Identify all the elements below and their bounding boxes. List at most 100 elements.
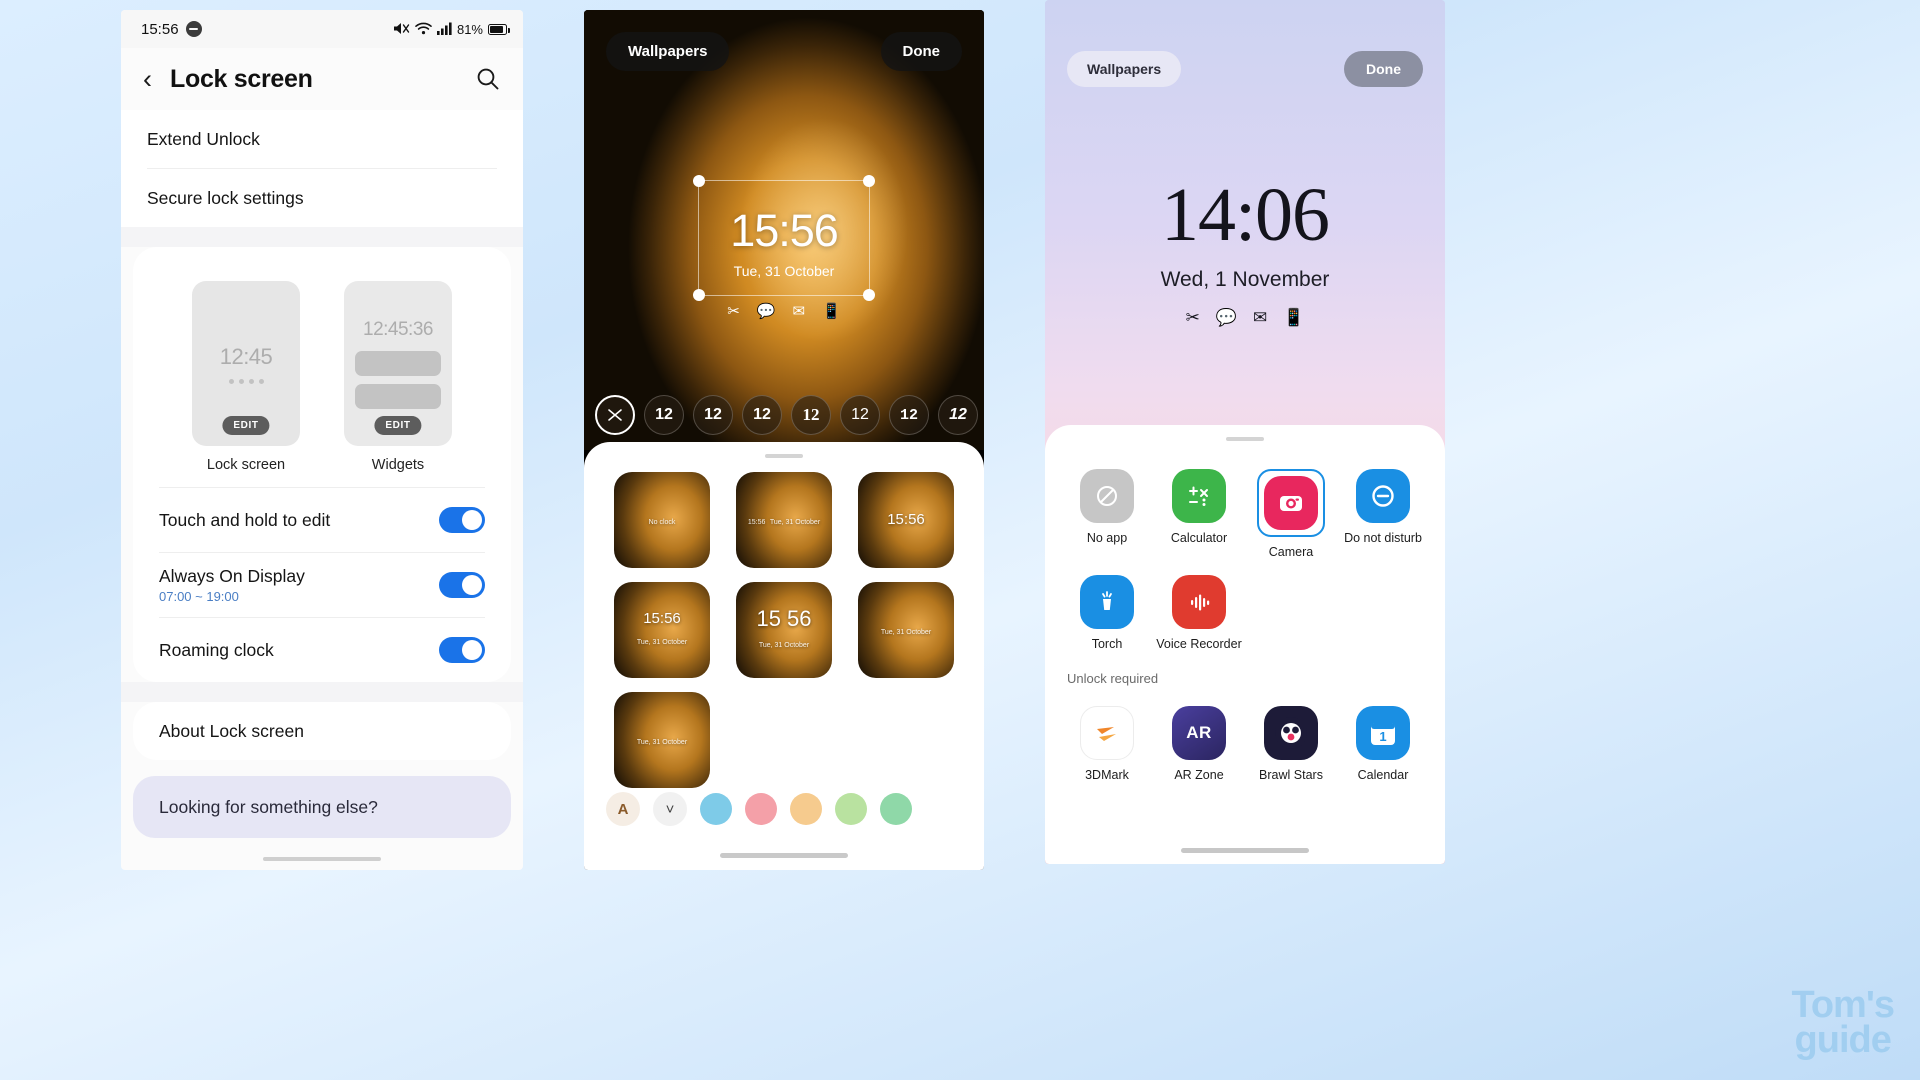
wallpaper-thumb-2[interactable]: 15:56 Tue, 31 October [736, 472, 832, 568]
clock-style-no-clock[interactable] [595, 395, 635, 435]
resize-handle-bottom-left[interactable] [693, 289, 705, 301]
preview-box-widgets[interactable]: 12:45:36 EDIT [344, 281, 452, 446]
color-swatch-4[interactable] [835, 793, 867, 825]
auto-color-button[interactable]: A [606, 792, 640, 826]
mute-icon [393, 21, 410, 38]
phone-2-wallpaper-editor: Wallpapers Done 15:56 Tue, 31 October ✂ … [584, 10, 984, 870]
preview-lock-screen[interactable]: 12:45 EDIT Lock screen [192, 281, 300, 473]
watermark-line-2: guide [1794, 1019, 1892, 1062]
wallpaper-thumb-7[interactable]: Tue, 31 October [614, 692, 710, 788]
toggle-switch-always-on-display[interactable] [439, 572, 485, 598]
color-swatch-2[interactable] [745, 793, 777, 825]
app-item-do-not-disturb[interactable]: Do not disturb [1337, 469, 1429, 559]
toggle-row-touch-and-hold-to-edit[interactable]: Touch and hold to edit [133, 488, 511, 552]
ar-zone-icon[interactable]: AR [1172, 706, 1226, 760]
clock-selection-box[interactable]: 15:56 Tue, 31 October [693, 175, 875, 301]
wallpaper-thumb-4[interactable]: 15:56 Tue, 31 October [614, 582, 710, 678]
thumb-date: Tue, 31 October [880, 628, 932, 636]
phone-icon: 📱 [1283, 308, 1305, 327]
preview-widget-bars [344, 350, 452, 409]
color-swatch-1[interactable] [700, 793, 732, 825]
preview-box-lock-screen[interactable]: 12:45 EDIT [192, 281, 300, 446]
chevron-down-icon[interactable]: ˅ [653, 792, 687, 826]
toggle-row-always-on-display[interactable]: Always On Display 07:00 ~ 19:00 [133, 553, 511, 617]
brawl-stars-icon[interactable] [1264, 706, 1318, 760]
wallpapers-button[interactable]: Wallpapers [1067, 51, 1182, 87]
shortcut-icon-1: ✂ [727, 303, 740, 320]
toms-guide-watermark: Tom's guide [1791, 986, 1895, 1062]
banner-label: Looking for something else? [159, 796, 378, 817]
wallpapers-button[interactable]: Wallpapers [606, 31, 730, 71]
clock-style-5[interactable]: 12 [840, 395, 880, 435]
sheet-grabber[interactable] [765, 454, 803, 458]
back-arrow-icon[interactable]: ‹ [143, 65, 152, 93]
edit-button-widgets[interactable]: EDIT [374, 416, 422, 435]
no-app-icon[interactable] [1080, 469, 1134, 523]
wallpaper-thumb-analog[interactable]: Tue, 31 October [858, 582, 954, 678]
section-gap [121, 227, 523, 247]
setting-row-about-lock-screen[interactable]: About Lock screen [133, 702, 511, 760]
done-button[interactable]: Done [1344, 51, 1423, 87]
calculator-icon[interactable] [1172, 469, 1226, 523]
preview-cards: 12:45 EDIT Lock screen 12:45:36 EDIT Wid… [133, 247, 511, 487]
resize-handle-top-right[interactable] [863, 175, 875, 187]
wallpaper-thumb-3[interactable]: 15:56 [858, 472, 954, 568]
clock-style-1[interactable]: 12 [644, 395, 684, 435]
wallpaper-thumb-5[interactable]: 15 56 Tue, 31 October [736, 582, 832, 678]
search-icon[interactable] [475, 66, 501, 92]
edit-button-lock-screen[interactable]: EDIT [222, 416, 270, 435]
clock-style-4[interactable]: 12 [791, 395, 831, 435]
app-item-ar-zone[interactable]: AR AR Zone [1153, 706, 1245, 782]
app-item-torch[interactable]: Torch [1061, 575, 1153, 651]
app-item-calendar[interactable]: 1 Calendar [1337, 706, 1429, 782]
notification-icons-row: ✂ 💬 ✉ 📱 [727, 302, 841, 320]
voice-recorder-icon[interactable] [1172, 575, 1226, 629]
resize-handle-top-left[interactable] [693, 175, 705, 187]
preview-dots [228, 378, 264, 384]
app-item-3dmark[interactable]: 3DMark [1061, 706, 1153, 782]
color-swatch-5[interactable] [880, 793, 912, 825]
status-time: 15:56 [141, 20, 179, 38]
editor-top-bar: Wallpapers Done [584, 26, 984, 76]
toggle-switch-touch-and-hold[interactable] [439, 507, 485, 533]
do-not-disturb-icon[interactable] [1356, 469, 1410, 523]
app-label: Camera [1268, 545, 1314, 559]
app-item-brawl-stars[interactable]: Brawl Stars [1245, 706, 1337, 782]
clock-style-2[interactable]: 12 [693, 395, 733, 435]
clock-style-6[interactable]: 12 [889, 395, 929, 435]
preview-widgets[interactable]: 12:45:36 EDIT Widgets [344, 281, 452, 473]
color-swatch-3[interactable] [790, 793, 822, 825]
toggle-switch-roaming-clock[interactable] [439, 637, 485, 663]
thumb-date: Tue, 31 October [769, 518, 821, 526]
torch-icon[interactable] [1080, 575, 1134, 629]
clock-style-3[interactable]: 12 [742, 395, 782, 435]
setting-row-extend-unlock[interactable]: Extend Unlock [121, 110, 523, 168]
app-label: 3DMark [1085, 768, 1129, 782]
app-item-calculator[interactable]: Calculator [1153, 469, 1245, 559]
clock-style-7[interactable]: 12 [938, 395, 978, 435]
camera-icon[interactable] [1264, 476, 1318, 530]
sheet-grabber[interactable] [1226, 437, 1264, 441]
section-gap [121, 682, 523, 702]
app-bar: ‹ Lock screen [121, 48, 523, 110]
phone-icon: 📱 [822, 303, 841, 320]
3dmark-icon[interactable] [1080, 706, 1134, 760]
app-label: Torch [1091, 637, 1123, 651]
looking-for-something-else-banner[interactable]: Looking for something else? [133, 776, 511, 838]
app-item-no-app[interactable]: No app [1061, 469, 1153, 559]
toggle-sublabel-schedule: 07:00 ~ 19:00 [159, 589, 239, 604]
setting-row-secure-lock-settings[interactable]: Secure lock settings [121, 169, 523, 227]
thumb-time: 15:56 [643, 610, 681, 628]
battery-percent: 81% [456, 21, 483, 37]
app-label: No app [1086, 531, 1128, 545]
editor-top-bar: Wallpapers Done [1045, 48, 1445, 90]
app-item-voice-recorder[interactable]: Voice Recorder [1153, 575, 1245, 651]
thumb-time: 15 56 [756, 605, 812, 631]
app-item-camera[interactable]: Camera [1245, 469, 1337, 559]
toggle-row-roaming-clock[interactable]: Roaming clock [133, 618, 511, 682]
calendar-icon[interactable]: 1 [1356, 706, 1410, 760]
done-button[interactable]: Done [880, 31, 962, 71]
resize-handle-bottom-right[interactable] [863, 289, 875, 301]
wallpaper-thumb-no-clock[interactable]: No clock [614, 472, 710, 568]
toggle-label-block: Always On Display 07:00 ~ 19:00 [159, 566, 305, 604]
